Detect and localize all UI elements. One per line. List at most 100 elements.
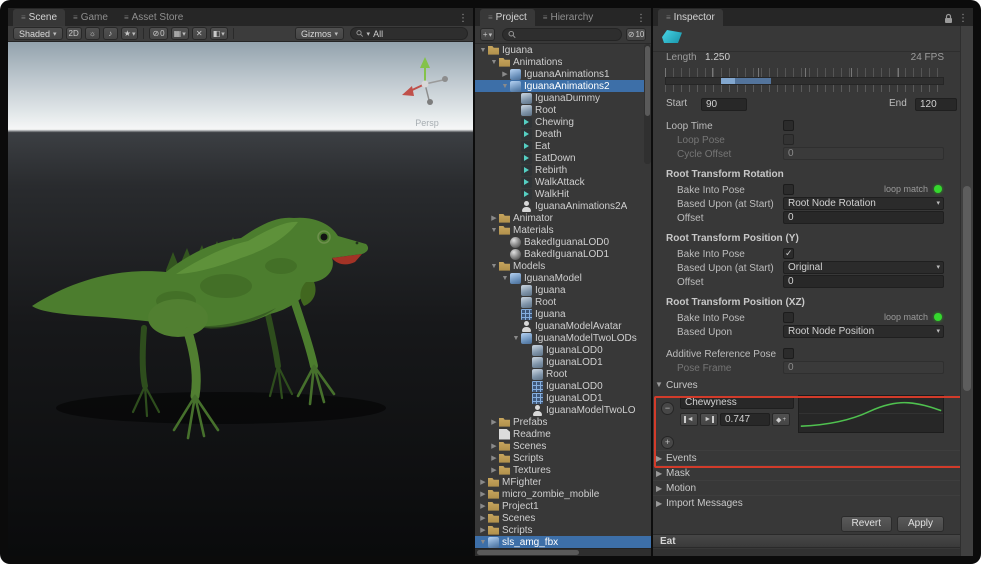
scrollbar-thumb[interactable]: [645, 46, 650, 116]
scrollbar-thumb[interactable]: [963, 186, 971, 391]
orientation-gizmo[interactable]: [399, 54, 455, 110]
bake-position-xz-checkbox[interactable]: [783, 312, 794, 323]
loop-time-checkbox[interactable]: [783, 120, 794, 131]
tree-item[interactable]: Root: [475, 368, 651, 380]
inspector-foldout[interactable]: Mask: [653, 465, 960, 480]
persp-label[interactable]: Persp: [397, 118, 457, 128]
add-curve-button[interactable]: +: [661, 436, 674, 449]
tree-item[interactable]: Readme: [475, 428, 651, 440]
expander-icon[interactable]: [478, 502, 488, 510]
tree-item[interactable]: IguanaModel: [475, 272, 651, 284]
step-first-frame-button[interactable]: ◄: [680, 413, 698, 426]
tree-item[interactable]: IguanaDummy: [475, 92, 651, 104]
tree-item[interactable]: IguanaLOD1: [475, 356, 651, 368]
tree-item[interactable]: Scripts: [475, 524, 651, 536]
tree-item[interactable]: Project1: [475, 500, 651, 512]
tree-item[interactable]: Animator: [475, 212, 651, 224]
bake-rotation-checkbox[interactable]: [783, 184, 794, 195]
scene-search-input[interactable]: [373, 29, 462, 39]
end-field[interactable]: 120: [915, 98, 957, 111]
tree-item[interactable]: IguanaModelTwoLODs: [475, 332, 651, 344]
tree-item[interactable]: Materials: [475, 224, 651, 236]
expander-icon[interactable]: [478, 526, 488, 534]
tree-item[interactable]: sls_amg_fbx: [475, 536, 651, 548]
scene-search-field[interactable]: ▾: [350, 27, 468, 40]
expander-icon[interactable]: [478, 490, 488, 498]
tree-item[interactable]: IguanaAnimations1: [475, 68, 651, 80]
add-key-button[interactable]: ◆+: [772, 413, 790, 426]
kebab-menu-icon[interactable]: ⋮: [958, 13, 968, 24]
grid-settings-dropdown[interactable]: ▦▾: [171, 27, 189, 40]
expander-icon[interactable]: [489, 214, 499, 222]
expander-icon[interactable]: [489, 263, 499, 270]
tree-item[interactable]: IguanaLOD0: [475, 344, 651, 356]
tree-item[interactable]: Scenes: [475, 512, 651, 524]
tree-item[interactable]: IguanaModelAvatar: [475, 320, 651, 332]
camera-settings-dropdown[interactable]: ◧▾: [210, 27, 228, 40]
inspector-foldout[interactable]: Events: [653, 450, 960, 465]
tree-item[interactable]: BakedIguanaLOD0: [475, 236, 651, 248]
tab-asset-store[interactable]: ≡ Asset Store: [116, 9, 191, 26]
curve-time-field[interactable]: 0.747: [720, 413, 770, 426]
inspector-foldout[interactable]: Motion: [653, 480, 960, 495]
bake-position-y-checkbox[interactable]: ✓: [783, 248, 794, 259]
expander-icon[interactable]: [489, 442, 499, 450]
inspector-vertical-scrollbar[interactable]: [960, 26, 973, 556]
curve-name-field[interactable]: Chewyness: [680, 396, 794, 409]
rotation-based-upon-dropdown[interactable]: Root Node Rotation▾: [783, 197, 944, 210]
kebab-menu-icon[interactable]: ⋮: [458, 13, 468, 24]
tree-item[interactable]: Scenes: [475, 440, 651, 452]
tree-item[interactable]: Iguana: [475, 44, 651, 56]
expander-icon[interactable]: [500, 70, 510, 78]
tree-item[interactable]: Rebirth: [475, 164, 651, 176]
expander-icon[interactable]: [478, 514, 488, 522]
rotation-offset-field[interactable]: 0: [783, 211, 944, 224]
tree-item[interactable]: IguanaAnimations2: [475, 80, 651, 92]
expander-icon[interactable]: [478, 47, 488, 54]
scrollbar-thumb[interactable]: [477, 550, 579, 555]
tree-item[interactable]: IguanaAnimations2A: [475, 200, 651, 212]
expander-icon[interactable]: [500, 83, 510, 90]
kebab-menu-icon[interactable]: ⋮: [636, 13, 646, 24]
remove-curve-button[interactable]: −: [661, 402, 674, 415]
additive-reference-pose-checkbox[interactable]: [783, 348, 794, 359]
tree-item[interactable]: Textures: [475, 464, 651, 476]
tree-item[interactable]: IguanaLOD1: [475, 392, 651, 404]
tree-item[interactable]: Prefabs: [475, 416, 651, 428]
clip-range-track[interactable]: [665, 77, 944, 85]
expander-icon[interactable]: [489, 454, 499, 462]
expander-icon[interactable]: [489, 466, 499, 474]
effects-dropdown[interactable]: ★▾: [121, 27, 139, 40]
tree-item[interactable]: Iguana: [475, 308, 651, 320]
snap-settings-button[interactable]: ✕: [192, 27, 207, 40]
gizmos-dropdown[interactable]: Gizmos ▾: [295, 27, 344, 40]
hidden-packages-button[interactable]: ⊘ 10: [626, 28, 646, 41]
position-y-offset-field[interactable]: 0: [783, 275, 944, 288]
tree-item[interactable]: Chewing: [475, 116, 651, 128]
tree-item[interactable]: BakedIguanaLOD1: [475, 248, 651, 260]
tree-item[interactable]: Death: [475, 128, 651, 140]
scene-viewport[interactable]: Persp: [8, 42, 473, 556]
tree-item[interactable]: micro_zombie_mobile: [475, 488, 651, 500]
shading-mode-dropdown[interactable]: Shaded ▾: [13, 27, 63, 40]
tree-item[interactable]: Root: [475, 104, 651, 116]
tree-item[interactable]: MFighter: [475, 476, 651, 488]
start-field[interactable]: 90: [701, 98, 747, 111]
scene-visibility-button[interactable]: ⊘0: [149, 27, 167, 40]
step-last-frame-button[interactable]: ►: [700, 413, 718, 426]
tab-scene[interactable]: ≡ Scene: [13, 9, 65, 26]
inspector-foldout[interactable]: Import Messages: [653, 495, 960, 510]
position-xz-based-upon-dropdown[interactable]: Root Node Position▾: [783, 325, 944, 338]
tab-game[interactable]: ≡ Game: [65, 9, 116, 26]
tree-item[interactable]: Eat: [475, 140, 651, 152]
expander-icon[interactable]: [489, 227, 499, 234]
lighting-toggle-button[interactable]: ☼: [85, 27, 100, 40]
create-asset-button[interactable]: + ▾: [480, 28, 495, 41]
audio-toggle-button[interactable]: ♪: [103, 27, 118, 40]
curve-preview[interactable]: [798, 395, 944, 433]
expander-icon[interactable]: [478, 478, 488, 486]
expander-icon[interactable]: [511, 335, 521, 342]
tree-item[interactable]: Iguana: [475, 284, 651, 296]
tree-item[interactable]: EatDown: [475, 152, 651, 164]
tree-item[interactable]: Models: [475, 260, 651, 272]
